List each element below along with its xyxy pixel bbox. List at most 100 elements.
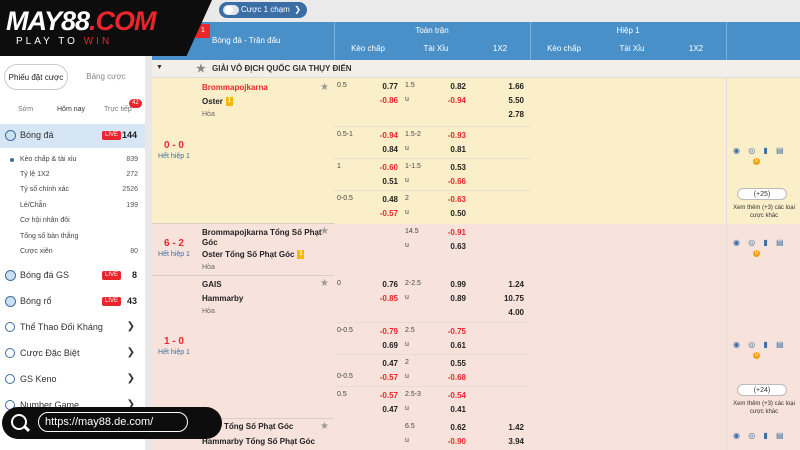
sidebar-item-football[interactable]: Bóng đá LIVE 144 bbox=[0, 124, 145, 148]
more-bets-label[interactable]: Xem thêm (+3) các loại cược khác bbox=[731, 400, 797, 416]
sub-item-double-chance[interactable]: Cơ hội nhân đôi bbox=[20, 217, 138, 224]
sidebar-item-gs-keno[interactable]: GS Keno ❯ bbox=[0, 367, 145, 391]
sidebar-item-special-bets[interactable]: Cược Đặc Biệt ❯ bbox=[0, 341, 145, 365]
handicap-home-odds[interactable]: 0.48 bbox=[356, 195, 398, 204]
over-odds[interactable]: -0.75 bbox=[424, 327, 466, 336]
sub-item-handicap[interactable]: Kèo chấp & tài xỉu 839 bbox=[10, 156, 138, 163]
odds-2[interactable]: 3.94 bbox=[474, 437, 524, 446]
star-icon[interactable]: ★ bbox=[320, 82, 329, 93]
over-odds[interactable]: -0.91 bbox=[424, 228, 466, 237]
under-label: u bbox=[405, 294, 409, 301]
sub-item-total-goals[interactable]: Tổng số bàn thắng bbox=[20, 233, 138, 240]
more-bets-button[interactable]: (+25) bbox=[737, 188, 787, 200]
handicap-away-odds[interactable]: 0.84 bbox=[356, 145, 398, 154]
handicap-away-odds[interactable]: -0.85 bbox=[356, 294, 398, 303]
odds-2[interactable]: 5.50 bbox=[474, 96, 524, 105]
odds-info-icon[interactable]: U bbox=[753, 250, 760, 257]
over-odds[interactable]: -0.93 bbox=[424, 131, 466, 140]
handicap-away-odds[interactable]: 0.69 bbox=[356, 341, 398, 350]
tab-bet-slip[interactable]: Phiếu đặt cược bbox=[4, 64, 68, 90]
under-odds[interactable]: 0.61 bbox=[424, 341, 466, 350]
sub-item-count: 2526 bbox=[122, 186, 138, 193]
more-bets-button[interactable]: (+24) bbox=[737, 384, 787, 396]
logo-tagline-b: WIN bbox=[83, 36, 113, 47]
more-bets-panel: ◉ ◎ ▮ ▤ U (+25) Xem thêm (+3) các loại c… bbox=[726, 78, 800, 224]
handicap-home-odds[interactable]: -0.79 bbox=[356, 327, 398, 336]
sub-item-label: Tỷ lệ 1X2 bbox=[20, 171, 50, 178]
odds-info-icon[interactable]: U bbox=[753, 352, 760, 359]
stats-icons[interactable]: ◉ ◎ ▮ ▤ bbox=[733, 340, 787, 349]
sidebar-item-basketball[interactable]: Bóng rổ LIVE 43 bbox=[0, 290, 145, 314]
handicap-line: 0-0.5 bbox=[337, 195, 353, 202]
sidebar-item-combat-sports[interactable]: Thể Thao Đối Kháng ❯ bbox=[0, 315, 145, 339]
under-odds[interactable]: -0.94 bbox=[424, 96, 466, 105]
stats-icons[interactable]: ◉ ◎ ▮ ▤ bbox=[733, 431, 787, 440]
match-score: 0 - 0 bbox=[163, 140, 184, 151]
odds-line: 0.5 0.77 -0.86 1.5 u 0.82 -0.94 1.66 5.5… bbox=[334, 78, 530, 126]
collapse-icon[interactable]: ▼ bbox=[156, 64, 163, 71]
odds-line: 1 -0.60 0.51 1-1.5 u 0.53 -0.66 bbox=[334, 158, 530, 190]
sub-item-count: 199 bbox=[126, 202, 138, 209]
sub-item-parlay[interactable]: Cược xiên 80 bbox=[20, 248, 138, 255]
over-odds[interactable]: -0.54 bbox=[424, 391, 466, 400]
sub-item-correct-score[interactable]: Tỷ số chính xác 2526 bbox=[20, 186, 138, 193]
over-odds[interactable]: 0.62 bbox=[424, 423, 466, 432]
over-odds[interactable]: 0.99 bbox=[424, 280, 466, 289]
odds-1[interactable]: 1.66 bbox=[474, 82, 524, 91]
over-odds[interactable]: -0.63 bbox=[424, 195, 466, 204]
handicap-home-odds[interactable]: 0.47 bbox=[356, 359, 398, 368]
site-url[interactable]: https://may88.de.com/ bbox=[38, 412, 188, 432]
odds-x[interactable]: 4.00 bbox=[474, 308, 524, 317]
match-score: 1 - 0 bbox=[163, 336, 184, 347]
full-time-odds: 6.5 u 0.62 -0.90 1.42 3.94 bbox=[334, 419, 530, 450]
over-odds[interactable]: 0.55 bbox=[424, 359, 466, 368]
star-icon[interactable]: ★ bbox=[320, 421, 329, 432]
under-odds[interactable]: 0.81 bbox=[424, 145, 466, 154]
under-label: u bbox=[405, 341, 409, 348]
league-row[interactable]: ▼ ★ GIẢI VÔ ĐỊCH QUỐC GIA THỤY ĐIỂN bbox=[152, 60, 800, 78]
handicap-home-odds[interactable]: -0.57 bbox=[356, 391, 398, 400]
handicap-away-odds[interactable]: 0.51 bbox=[356, 177, 398, 186]
over-odds[interactable]: 0.82 bbox=[424, 82, 466, 91]
odds-1[interactable]: 1.24 bbox=[474, 280, 524, 289]
star-icon[interactable]: ★ bbox=[320, 226, 329, 237]
odds-x[interactable]: 2.78 bbox=[474, 110, 524, 119]
stats-icons[interactable]: ◉ ◎ ▮ ▤ bbox=[733, 146, 787, 155]
sub-item-1x2[interactable]: Tỷ lệ 1X2 272 bbox=[20, 171, 138, 178]
under-odds[interactable]: 0.50 bbox=[424, 209, 466, 218]
logo-tagline: PLAY TO WIN bbox=[16, 36, 112, 47]
odds-1[interactable]: 1.42 bbox=[474, 423, 524, 432]
total-line: 1.5 bbox=[405, 82, 415, 89]
under-odds[interactable]: 0.41 bbox=[424, 405, 466, 414]
time-tab-live[interactable]: Trực tiếp bbox=[104, 106, 132, 113]
away-team-name: Oster bbox=[202, 97, 223, 106]
handicap-away-odds[interactable]: -0.86 bbox=[356, 96, 398, 105]
more-bets-label[interactable]: Xem thêm (+3) các loại cược khác bbox=[731, 204, 797, 220]
handicap-away-odds[interactable]: -0.57 bbox=[356, 373, 398, 382]
handicap-home-odds[interactable]: 0.76 bbox=[356, 280, 398, 289]
handicap-away-odds[interactable]: -0.57 bbox=[356, 209, 398, 218]
handicap-home-odds[interactable]: 0.77 bbox=[356, 82, 398, 91]
handicap-home-odds[interactable]: -0.60 bbox=[356, 163, 398, 172]
stats-icons[interactable]: ◉ ◎ ▮ ▤ bbox=[733, 238, 787, 247]
under-odds[interactable]: -0.66 bbox=[424, 177, 466, 186]
one-click-bet-toggle[interactable]: Cược 1 chạm ❯ bbox=[219, 2, 307, 18]
over-odds[interactable]: 0.53 bbox=[424, 163, 466, 172]
odds-info-icon[interactable]: U bbox=[753, 158, 760, 165]
first-half-odds bbox=[530, 78, 726, 224]
toggle-knob[interactable] bbox=[223, 5, 239, 15]
under-odds[interactable]: 0.63 bbox=[424, 242, 466, 251]
time-tab-today[interactable]: Hôm nay bbox=[57, 106, 85, 113]
star-icon[interactable]: ★ bbox=[320, 278, 329, 289]
handicap-home-odds[interactable]: -0.94 bbox=[356, 131, 398, 140]
handicap-away-odds[interactable]: 0.47 bbox=[356, 405, 398, 414]
under-odds[interactable]: -0.90 bbox=[424, 437, 466, 446]
odds-2[interactable]: 10.75 bbox=[474, 294, 524, 303]
time-tab-early[interactable]: Sớm bbox=[18, 106, 33, 113]
sidebar-item-football-gs[interactable]: Bóng đá GS LIVE 8 bbox=[0, 264, 145, 288]
under-odds[interactable]: -0.68 bbox=[424, 373, 466, 382]
under-odds[interactable]: 0.89 bbox=[424, 294, 466, 303]
sub-item-odd-even[interactable]: Lẻ/Chẵn 199 bbox=[20, 202, 138, 209]
tab-bet-board[interactable]: Bảng cược bbox=[74, 64, 138, 90]
star-icon[interactable]: ★ bbox=[196, 62, 206, 75]
